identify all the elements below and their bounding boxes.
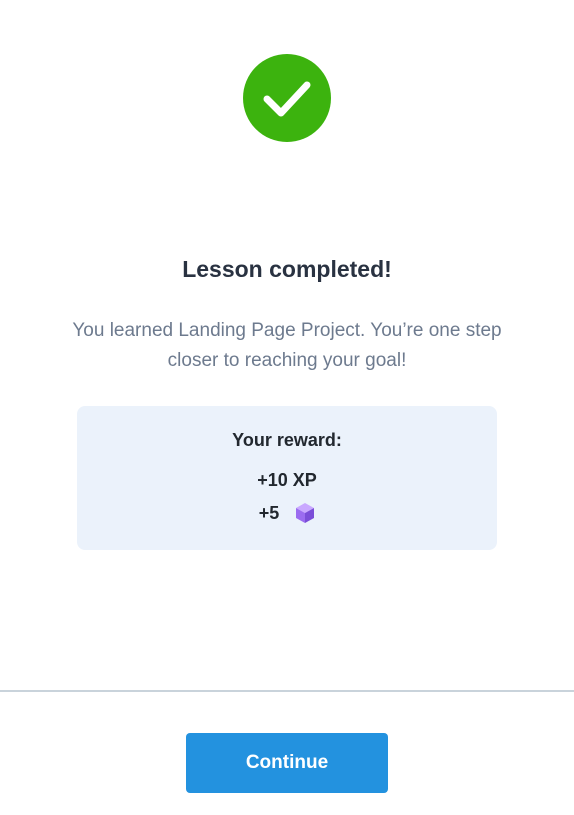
continue-button[interactable]: Continue xyxy=(186,733,388,793)
footer-divider xyxy=(0,690,574,692)
reward-gems-row: +5 xyxy=(77,502,497,524)
reward-xp: +10 XP xyxy=(257,470,317,490)
purple-cube-icon xyxy=(296,503,315,523)
check-icon xyxy=(263,81,311,117)
completion-message: You learned Landing Page Project. You’re… xyxy=(72,320,502,371)
page-title: Lesson completed! xyxy=(182,256,392,282)
reward-gems-count: +5 xyxy=(258,502,280,523)
success-check-icon xyxy=(243,54,331,142)
reward-heading: Your reward: xyxy=(232,430,342,450)
reward-card: Your reward: +10 XP +5 xyxy=(77,406,497,550)
